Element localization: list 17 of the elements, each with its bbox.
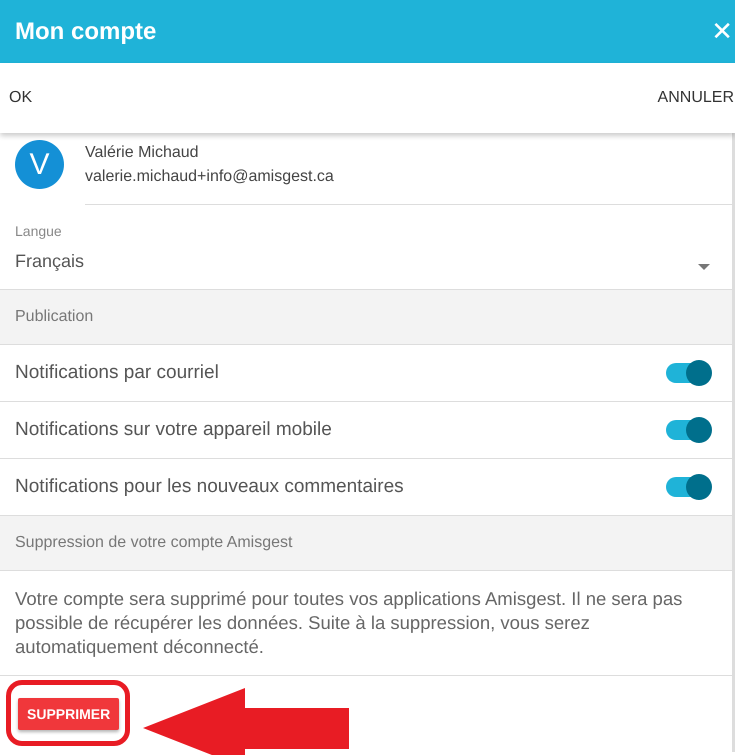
- setting-label: Notifications pour les nouveaux commentaires: [15, 476, 404, 498]
- window-title: Mon compte: [15, 18, 156, 46]
- caret-icon: [698, 264, 710, 270]
- ok-button[interactable]: OK: [0, 89, 42, 107]
- toggle-switch[interactable]: [666, 420, 710, 440]
- user-name: Valérie Michaud: [85, 143, 200, 163]
- avatar: V: [15, 140, 64, 189]
- setting-label: Notifications sur votre appareil mobile: [15, 419, 332, 441]
- delete-button[interactable]: SUPPRIMER: [18, 698, 120, 730]
- user-email: valerie.michaud+info@amisgest.ca: [85, 167, 335, 187]
- cancel-button[interactable]: ANNULER: [648, 89, 735, 107]
- toggle-switch[interactable]: [666, 363, 710, 383]
- toggle-switch[interactable]: [666, 477, 710, 497]
- section-title: Publication: [15, 308, 94, 326]
- setting-label: Notifications par courriel: [15, 362, 219, 384]
- warning-text: Votre compte sera supprimé pour toutes vos applications Amisgest. Il ne sera pas possible de récupérer les données. Suite à la suppression, vous serez automatiquement déconnecté.: [0, 571, 732, 676]
- section-title: Suppression de votre compte Amisgest: [15, 534, 292, 552]
